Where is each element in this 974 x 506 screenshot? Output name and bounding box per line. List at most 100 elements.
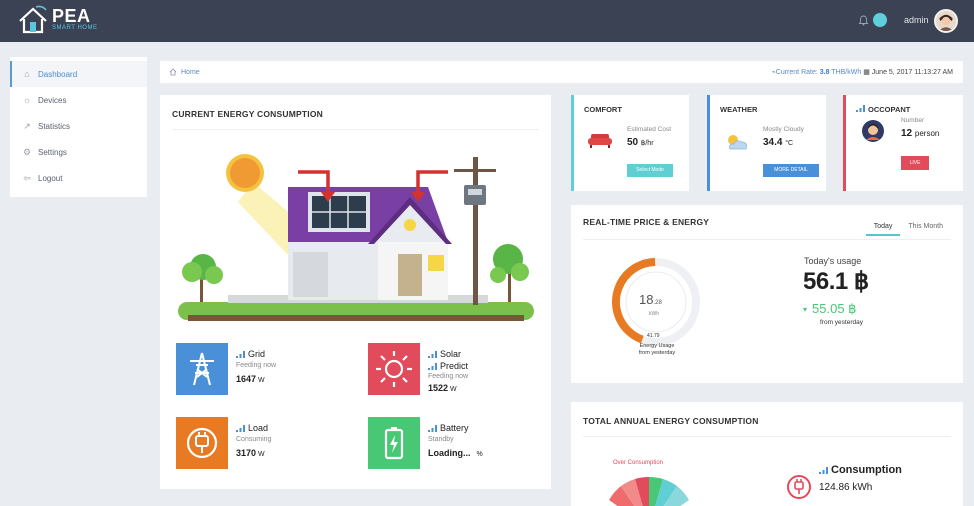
occupant-card: OCCOPANT Number 12 person LIVE xyxy=(843,95,963,191)
breadcrumb[interactable]: Home xyxy=(169,68,200,76)
divider xyxy=(583,436,951,437)
more-detail-button[interactable]: MORE DETAIL xyxy=(763,164,819,177)
sidebar-item-label: Logout xyxy=(38,173,63,183)
calendar-icon: ▦ xyxy=(863,69,870,76)
gauge-label-sub: from yesterday xyxy=(638,350,676,356)
logout-icon: ⇦ xyxy=(23,173,31,183)
card-title: COMFORT xyxy=(584,105,622,114)
gauge-label: Energy Usage xyxy=(639,343,675,349)
consumption-value: 124.86 kWh xyxy=(819,482,873,493)
card-title: TOTAL ANNUAL ENERGY CONSUMPTION xyxy=(583,416,759,426)
gauge-max: 41.79 xyxy=(647,333,660,339)
brand-subtitle: SMART HOME xyxy=(52,25,98,31)
sun-icon xyxy=(376,351,412,387)
plug-icon xyxy=(186,427,218,459)
signal-icon xyxy=(856,105,865,112)
sidebar-item-statistics[interactable]: ↗ Statistics xyxy=(10,113,147,139)
sidebar-item-logout[interactable]: ⇦ Logout xyxy=(10,165,147,191)
breadcrumb-home[interactable]: Home xyxy=(181,69,200,76)
notification-badge[interactable] xyxy=(873,13,887,27)
user-avatar[interactable] xyxy=(934,9,958,33)
battery-stat[interactable]: Battery Standby Loading...% xyxy=(368,417,538,475)
rate-prefix: Current Rate: xyxy=(775,69,820,76)
tab-this-month[interactable]: This Month xyxy=(900,219,951,236)
partly-cloudy-icon xyxy=(728,135,747,150)
stat-value: 3170 xyxy=(236,448,257,458)
bulb-icon: ☼ xyxy=(22,95,32,105)
signal-icon xyxy=(428,350,437,358)
usage-diff: 55.05 ฿ xyxy=(812,301,857,316)
usage-value: 56.1 ฿ xyxy=(803,268,869,295)
arrow-down-icon: ▾ xyxy=(803,304,808,314)
power-tower-icon xyxy=(190,352,214,386)
rate-unit: THB/kWh xyxy=(829,69,862,76)
signal-icon xyxy=(428,362,437,370)
stat-value: Loading... xyxy=(428,448,471,458)
weather-card: WEATHER Mostly Cloudy 34.4 °C MORE DETAI… xyxy=(707,95,826,191)
select-mode-button[interactable]: Select Mode xyxy=(627,164,673,177)
stat-unit: W xyxy=(258,377,265,384)
annual-consumption-card: TOTAL ANNUAL ENERGY CONSUMPTION Over Con… xyxy=(571,402,963,506)
gear-icon: ⚙ xyxy=(22,147,32,157)
brand-title: PEA xyxy=(52,6,91,26)
occupant-value: 12 xyxy=(901,128,913,139)
sidebar-item-dashboard[interactable]: ⌂ Dashboard xyxy=(10,61,147,87)
card-title: WEATHER xyxy=(720,105,758,114)
stat-name: Battery xyxy=(440,423,469,433)
stat-name: Solar xyxy=(440,349,462,359)
stat-status: Feeding now xyxy=(236,362,277,369)
stat-status: Consuming xyxy=(236,436,272,443)
weather-label: Mostly Cloudy xyxy=(763,126,804,133)
sidebar-item-label: Devices xyxy=(38,95,67,105)
card-title: CURRENT ENERGY CONSUMPTION xyxy=(172,109,323,119)
energy-consumption-card: CURRENT ENERGY CONSUMPTION Grid Feeding … xyxy=(160,95,551,489)
usage-diff-label: from yesterday xyxy=(820,319,863,326)
battery-tile xyxy=(368,417,420,469)
sidebar-item-label: Settings xyxy=(38,147,67,157)
stat-status: Feeding now xyxy=(428,373,469,380)
live-button[interactable]: LIVE xyxy=(901,156,929,170)
gauge-decimal: .28 xyxy=(653,300,662,306)
stat-name: Load xyxy=(248,423,269,433)
comfort-label: Estimated Cost xyxy=(627,126,672,133)
sidebar-item-settings[interactable]: ⚙ Settings xyxy=(10,139,147,165)
user-name[interactable]: admin xyxy=(904,15,929,25)
grid-tile xyxy=(176,343,228,395)
bell-icon[interactable] xyxy=(858,15,869,26)
house-logo-icon xyxy=(19,5,47,34)
breadcrumb-bar: Home ⌁Current Rate: 3.8 THB/kWh ▦ June 5… xyxy=(160,61,963,83)
occupant-label: Number xyxy=(901,117,925,124)
occupant-unit: person xyxy=(914,129,940,138)
stat-value: 1522 xyxy=(428,383,449,393)
stat-unit: W xyxy=(450,386,457,393)
home-icon: ⌂ xyxy=(24,69,30,79)
brand-logo[interactable]: PEA SMART HOME xyxy=(16,3,97,39)
weather-value: 34.4 xyxy=(763,137,783,148)
plug-icon xyxy=(787,475,811,499)
solar-stat[interactable]: Solar Predict Feeding now 1522 W xyxy=(368,343,538,401)
load-stat[interactable]: Load Consuming 3170 W xyxy=(176,417,346,475)
grid-stat[interactable]: Grid Feeding now 1647 W xyxy=(176,343,346,401)
stat-unit: W xyxy=(258,451,265,458)
signal-icon xyxy=(428,424,437,432)
consumption-radial-chart xyxy=(609,477,689,506)
stat-name-2: Predict xyxy=(440,361,469,371)
sidebar-item-devices[interactable]: ☼ Devices xyxy=(10,87,147,113)
current-date: June 5, 2017 11:13:27 AM xyxy=(871,69,953,76)
house-energy-illustration xyxy=(178,154,534,321)
over-consumption-label: Over Consumption xyxy=(613,460,664,466)
card-title: OCCOPANT xyxy=(868,105,911,114)
consumption-label: Consumption xyxy=(831,464,902,476)
signal-icon xyxy=(819,466,828,474)
tab-today[interactable]: Today xyxy=(865,219,901,236)
current-rate: ⌁Current Rate: 3.8 THB/kWh ▦ June 5, 201… xyxy=(772,68,953,76)
stat-name: Grid xyxy=(248,349,266,359)
gauge-value: 18 xyxy=(639,292,654,307)
sidebar: ⌂ Dashboard ☼ Devices ↗ Statistics ⚙ Set… xyxy=(10,57,147,197)
realtime-card: REAL-TIME PRICE & ENERGY Today This Mont… xyxy=(571,205,963,383)
chart-icon: ↗ xyxy=(23,121,31,131)
top-bar: PEA SMART HOME admin xyxy=(0,0,974,42)
sofa-icon xyxy=(588,134,612,148)
stat-unit: % xyxy=(476,451,483,458)
solar-tile xyxy=(368,343,420,395)
